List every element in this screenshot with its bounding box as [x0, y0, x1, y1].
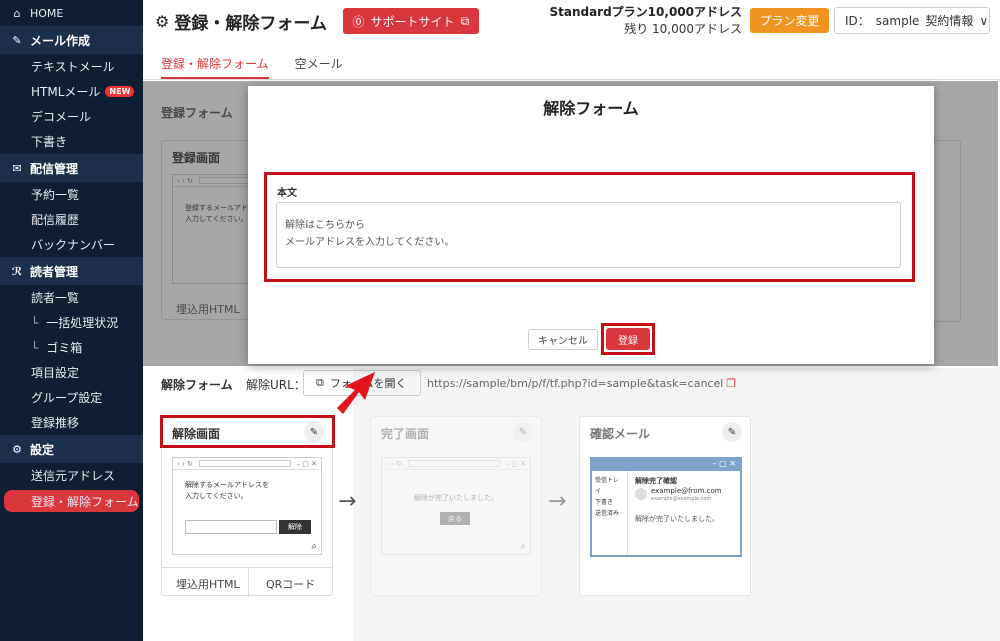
help-icon: ⓪	[352, 14, 365, 29]
window-controls-icon: – ▢ ✕	[505, 459, 526, 468]
chevron-down-icon: ∨	[979, 13, 989, 28]
mock-back-button: 戻る	[440, 512, 470, 525]
pencil-icon: ✎	[12, 33, 22, 47]
cancel-card-title: 解除画面	[172, 427, 221, 441]
support-site-button[interactable]: ⓪ サポートサイト ⧉	[342, 8, 479, 34]
submit-button[interactable]: 登録	[606, 328, 650, 350]
flow-arrow-icon: →	[548, 489, 567, 514]
unsubscribe-url: https://sample/bm/p/f/tf.php?id=sample&t…	[427, 377, 737, 390]
flow-arrow-icon: →	[338, 489, 357, 514]
copy-icon[interactable]: ❐	[726, 377, 736, 390]
mock-email-input	[185, 520, 277, 534]
sidebar-item-sender[interactable]: 送信元アドレス	[0, 463, 143, 488]
sidebar-item-fields[interactable]: 項目設定	[0, 360, 143, 385]
topbar: ⚙ 登録・解除フォーム ⓪ サポートサイト ⧉ Standardプラン10,000アド…	[143, 0, 1000, 42]
plan-info: Standardプラン10,000アドレス 残り 10,000アドレス	[549, 5, 742, 36]
submit-highlight: 登録	[601, 323, 655, 355]
zoom-icon: ⌕	[311, 541, 317, 552]
sidebar-item-trend[interactable]: 登録推移	[0, 410, 143, 435]
pointer-arrow-icon	[337, 372, 375, 414]
cancel-screen-card: 解除画面 ✎ ‹ › ↻ – ▢ ✕ 解除するメールアドレスを 入力してください。…	[160, 415, 335, 597]
sidebar: ⌂ HOME ✎ メール作成 テキストメール HTMLメール NEW デコメール 下書…	[0, 0, 143, 641]
avatar	[635, 488, 647, 500]
sidebar-item-reservations[interactable]: 予約一覧	[0, 182, 143, 207]
modal-title: 解除フォーム	[543, 99, 639, 118]
mail-card-title: 確認メール	[590, 427, 651, 441]
envelope-icon: ✉	[12, 161, 22, 175]
page-title: ⚙ 登録・解除フォーム	[155, 11, 327, 34]
external-link-icon: ⧉	[316, 376, 324, 389]
sidebar-item-draft[interactable]: 下書き	[0, 129, 143, 154]
tab-empty-mail[interactable]: 空メール	[295, 44, 343, 79]
home-icon: ⌂	[13, 6, 21, 20]
cancel-qr-code[interactable]: QRコード	[266, 576, 315, 592]
tree-branch-icon: └	[31, 340, 39, 355]
cancel-preview: ‹ › ↻ – ▢ ✕ 解除するメールアドレスを 入力してください。 解除 ⌕	[172, 457, 322, 555]
window-controls-icon: – ▢ ✕	[296, 459, 317, 468]
sidebar-section-mail[interactable]: ✎ メール作成	[0, 26, 143, 54]
nav-arrows-icon: ‹ › ↻	[386, 459, 402, 468]
unsubscribe-url-label: 解除URL：	[246, 378, 306, 392]
body-label: 本文	[277, 188, 297, 199]
users-icon: ℛ	[11, 264, 23, 278]
mock-cancel-button: 解除	[279, 520, 311, 534]
confirm-mail-card: 確認メール ✎ – ▢ ✕ 受信トレイ 下書き 送信済み 解除完了確認 exam…	[579, 416, 751, 596]
body-highlight: 本文 解除はこちらから メールアドレスを入力してください。	[264, 172, 915, 282]
sidebar-item-deco-mail[interactable]: デコメール	[0, 104, 143, 129]
plan-change-button[interactable]: プラン変更	[750, 8, 829, 33]
sidebar-section-settings[interactable]: ⚙ 設定	[0, 435, 143, 463]
edit-pencil-icon[interactable]: ✎	[513, 422, 533, 442]
window-controls-icon: – ▢ ✕	[592, 459, 740, 471]
sidebar-item-bulk-status[interactable]: └ 一括処理状況	[0, 310, 143, 335]
done-card-title: 完了画面	[381, 427, 430, 441]
sidebar-item-groups[interactable]: グループ設定	[0, 385, 143, 410]
sidebar-item-forms[interactable]: 登録・解除フォーム	[4, 490, 139, 512]
done-screen-card: 完了画面 ✎ ‹ › ↻ – ▢ ✕ 解除が完了いたしました。 戻る ⌕	[370, 416, 542, 596]
nav-arrows-icon: ‹ › ↻	[177, 459, 193, 468]
external-link-icon: ⧉	[460, 13, 470, 28]
main: ⚙ 登録・解除フォーム ⓪ サポートサイト ⧉ Standardプラン10,000アド…	[143, 0, 1000, 641]
mail-preview: – ▢ ✕ 受信トレイ 下書き 送信済み 解除完了確認 example@from…	[590, 457, 742, 557]
edit-pencil-icon[interactable]: ✎	[722, 422, 742, 442]
tab-forms[interactable]: 登録・解除フォーム	[161, 44, 269, 79]
tab-bar: 登録・解除フォーム 空メール	[143, 44, 1000, 80]
sidebar-section-delivery[interactable]: ✉ 配信管理	[0, 154, 143, 182]
zoom-icon: ⌕	[520, 541, 526, 552]
sidebar-item-reader-list[interactable]: 読者一覧	[0, 285, 143, 310]
gear-icon: ⚙	[155, 11, 170, 31]
body-textarea[interactable]: 解除はこちらから メールアドレスを入力してください。	[276, 202, 901, 268]
sidebar-item-text-mail[interactable]: テキストメール	[0, 54, 143, 79]
sidebar-item-backnumber[interactable]: バックナンバー	[0, 232, 143, 257]
sidebar-item-html-mail[interactable]: HTMLメール NEW	[0, 79, 143, 104]
new-badge: NEW	[105, 86, 135, 97]
sidebar-item-trash[interactable]: └ ゴミ箱	[0, 335, 143, 360]
sidebar-item-history[interactable]: 配信履歴	[0, 207, 143, 232]
cancel-button[interactable]: キャンセル	[528, 329, 598, 350]
gear-icon: ⚙	[12, 442, 22, 456]
tree-branch-icon: └	[31, 315, 39, 330]
unsubscribe-form-modal: 解除フォーム 本文 解除はこちらから メールアドレスを入力してください。 キャン…	[248, 86, 934, 364]
sidebar-home[interactable]: ⌂ HOME	[0, 0, 143, 26]
done-preview: ‹ › ↻ – ▢ ✕ 解除が完了いたしました。 戻る ⌕	[381, 457, 531, 555]
account-dropdown[interactable]: ID： sample 契約情報 ∨	[834, 7, 990, 34]
sidebar-section-readers[interactable]: ℛ 読者管理	[0, 257, 143, 285]
unsubscribe-section-title: 解除フォーム	[161, 378, 233, 392]
edit-pencil-icon[interactable]: ✎	[304, 422, 324, 442]
cancel-embed-html[interactable]: 埋込用HTML	[176, 576, 240, 592]
